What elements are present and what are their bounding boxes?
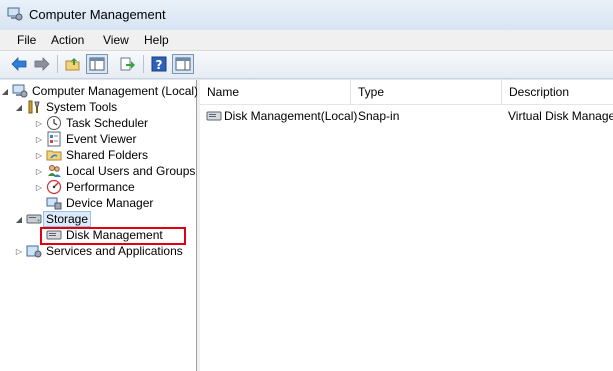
- collapse-arrow-icon[interactable]: ◢: [14, 99, 24, 115]
- storage-icon: [26, 211, 42, 227]
- tree-label: Computer Management (Local): [32, 84, 199, 98]
- column-header-type[interactable]: Type: [351, 80, 502, 104]
- system-tools-icon: [26, 99, 42, 115]
- details-list[interactable]: Name Type Description Disk Management(Lo…: [200, 80, 613, 371]
- toolbar-separator: [57, 55, 58, 73]
- tree-label: Performance: [66, 180, 135, 194]
- title-bar[interactable]: Computer Management: [0, 0, 613, 31]
- users-icon: [46, 163, 62, 179]
- export-list-icon[interactable]: [116, 54, 138, 74]
- menu-file[interactable]: File: [16, 33, 37, 47]
- clock-icon: [46, 115, 62, 131]
- expand-arrow-icon[interactable]: ▷: [34, 115, 44, 131]
- collapse-arrow-icon[interactable]: ◢: [14, 211, 24, 227]
- toolbar-separator: [143, 55, 144, 73]
- tree-item-root[interactable]: ◢ Computer Management (Local): [0, 83, 198, 99]
- tree-item-local-users[interactable]: ▷ Local Users and Groups: [34, 163, 195, 179]
- show-hide-action-pane-icon[interactable]: [172, 54, 194, 74]
- tree-label: Storage: [42, 211, 92, 227]
- tree-item-shared-folders[interactable]: ▷ Shared Folders: [34, 147, 148, 163]
- computer-management-icon: [12, 83, 28, 99]
- tree-label: Task Scheduler: [66, 116, 149, 130]
- expand-arrow-icon[interactable]: ▷: [34, 131, 44, 147]
- tree-item-device-manager[interactable]: Device Manager: [44, 195, 153, 211]
- menu-action[interactable]: Action: [50, 33, 85, 47]
- cell-description: Virtual Disk Manage: [508, 109, 613, 123]
- device-manager-icon: [46, 195, 62, 211]
- back-arrow-icon[interactable]: [8, 54, 30, 74]
- menu-bar: File Action View Help: [0, 30, 613, 51]
- tree-item-performance[interactable]: ▷ Performance: [34, 179, 135, 195]
- tree-label: Shared Folders: [66, 148, 149, 162]
- svg-text:?: ?: [156, 58, 163, 72]
- services-icon: [26, 243, 42, 259]
- help-icon[interactable]: ?: [148, 54, 170, 74]
- header-divider: [200, 104, 613, 105]
- tree-item-task-scheduler[interactable]: ▷ Task Scheduler: [34, 115, 148, 131]
- highlight-annotation-box: [40, 227, 186, 245]
- column-header-description[interactable]: Description: [502, 80, 613, 104]
- tree-item-system-tools[interactable]: ◢ System Tools: [14, 99, 117, 115]
- cell-type: Snap-in: [358, 109, 400, 123]
- cell-name: Disk Management(Local): [224, 109, 358, 123]
- performance-icon: [46, 179, 62, 195]
- event-viewer-icon: [46, 131, 62, 147]
- menu-help[interactable]: Help: [143, 33, 170, 47]
- expand-arrow-icon[interactable]: ▷: [34, 147, 44, 163]
- column-header-name[interactable]: Name: [200, 80, 351, 104]
- forward-arrow-icon[interactable]: [31, 54, 53, 74]
- tree-label: Services and Applications: [46, 244, 183, 258]
- tree-item-event-viewer[interactable]: ▷ Event Viewer: [34, 131, 136, 147]
- expand-arrow-icon[interactable]: ▷: [14, 243, 24, 259]
- toolbar: ?: [0, 51, 613, 79]
- menu-view[interactable]: View: [102, 33, 130, 47]
- expand-arrow-icon[interactable]: ▷: [34, 163, 44, 179]
- show-hide-console-tree-icon[interactable]: [86, 54, 108, 74]
- expand-arrow-icon[interactable]: ▷: [34, 179, 44, 195]
- tree-label: Event Viewer: [66, 132, 137, 146]
- tree-item-services[interactable]: ▷ Services and Applications: [14, 243, 183, 259]
- collapse-arrow-icon[interactable]: ◢: [0, 83, 10, 99]
- tree-label: Device Manager: [66, 196, 154, 210]
- console-tree[interactable]: ◢ Computer Management (Local) ◢ System T…: [0, 80, 198, 371]
- disk-management-icon: [206, 108, 222, 124]
- shared-folder-icon: [46, 147, 62, 163]
- tree-item-storage[interactable]: ◢ Storage: [14, 211, 92, 227]
- computer-management-icon: [7, 7, 23, 21]
- tree-label: System Tools: [46, 100, 118, 114]
- window-title: Computer Management: [29, 7, 166, 22]
- tree-label: Local Users and Groups: [66, 164, 196, 178]
- up-folder-icon[interactable]: [62, 54, 84, 74]
